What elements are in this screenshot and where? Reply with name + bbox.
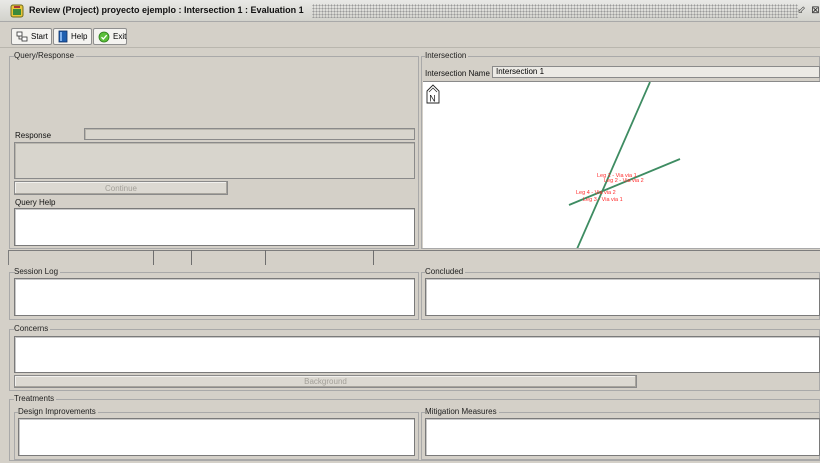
leg-label: Leg 3 - Via via 1: [583, 197, 623, 203]
restore-icon[interactable]: ⬃: [796, 5, 807, 16]
concluded-text[interactable]: [425, 278, 820, 316]
background-button[interactable]: Background: [14, 375, 637, 388]
intersection-title: Intersection: [425, 51, 469, 60]
concerns-text[interactable]: [14, 336, 820, 373]
query-response-title: Query/Response: [14, 51, 77, 60]
status-cell: [192, 250, 266, 265]
maximize-icon[interactable]: ⊠: [810, 5, 820, 16]
exit-icon: [98, 31, 110, 42]
book-icon: [58, 30, 68, 43]
north-arrow-icon: N: [426, 84, 440, 104]
treatments-title: Treatments: [14, 394, 57, 403]
status-cell: [266, 250, 374, 265]
mitigation-measures-title: Mitigation Measures: [425, 407, 499, 416]
intersection-name-label: Intersection Name: [425, 69, 490, 78]
response-area[interactable]: [14, 142, 415, 179]
status-cell: [8, 250, 154, 265]
query-help-label: Query Help: [15, 198, 56, 207]
response-label: Response: [15, 131, 52, 140]
north-label: N: [429, 94, 436, 104]
concerns-title: Concerns: [14, 324, 51, 333]
start-button[interactable]: Start: [11, 28, 52, 45]
intersection-diagram: N Leg 1 - Via via 1 Leg 2 - Via via 2 Le…: [426, 82, 681, 248]
road-north-south: [576, 82, 651, 248]
intersection-map[interactable]: N Leg 1 - Via via 1 Leg 2 - Via via 2 Le…: [423, 81, 820, 248]
response-field[interactable]: [84, 128, 415, 140]
start-label: Start: [31, 32, 48, 41]
status-cell: [154, 250, 192, 265]
leg-label: Leg 2 - Via via 2: [604, 178, 644, 184]
concluded-title: Concluded: [425, 267, 466, 276]
session-log-text[interactable]: [14, 278, 415, 316]
help-button[interactable]: Help: [53, 28, 92, 45]
app-icon: [10, 4, 24, 18]
exit-button[interactable]: Exit: [93, 28, 127, 45]
design-improvements-text[interactable]: [18, 418, 415, 456]
continue-button[interactable]: Continue: [14, 181, 228, 195]
window-title: Review (Project) proyecto ejemplo : Inte…: [29, 5, 304, 15]
title-bar-grip: [312, 4, 798, 18]
leg-label: Leg 4 - Via via 2: [576, 190, 616, 196]
mitigation-measures-text[interactable]: [425, 418, 820, 456]
intersection-name-field[interactable]: Intersection 1: [492, 66, 820, 78]
help-label: Help: [71, 32, 88, 41]
start-icon: [16, 31, 28, 41]
design-improvements-title: Design Improvements: [18, 407, 98, 416]
session-log-title: Session Log: [14, 267, 61, 276]
exit-label: Exit: [113, 32, 127, 41]
query-help-text[interactable]: [14, 208, 415, 246]
